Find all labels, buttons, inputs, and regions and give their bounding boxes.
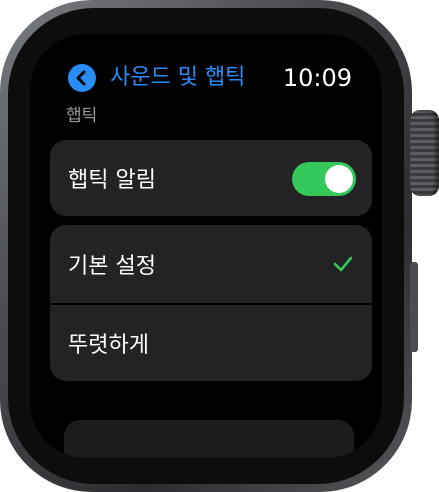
haptic-alerts-label: 햅틱 알림 — [68, 168, 156, 193]
side-button[interactable] — [410, 262, 418, 352]
digital-crown[interactable] — [410, 110, 439, 196]
haptic-alerts-toggle[interactable] — [292, 162, 356, 196]
option-default-row[interactable]: 기본 설정 — [50, 225, 372, 303]
section-header-haptics: 햅틱 — [66, 106, 98, 126]
header: 사운드 및 햅틱 10:09 — [30, 62, 382, 94]
chevron-left-icon — [76, 70, 86, 86]
checkmark-icon — [333, 256, 353, 272]
clock-time: 10:09 — [282, 64, 352, 92]
option-prominent-label: 뚜렷하게 — [68, 333, 149, 358]
back-button[interactable] — [68, 64, 96, 92]
toggle-knob — [325, 165, 353, 193]
next-row-partial[interactable] — [64, 420, 354, 458]
page-title[interactable]: 사운드 및 햅틱 — [110, 62, 245, 94]
haptic-alerts-row[interactable]: 햅틱 알림 — [50, 140, 372, 216]
option-default-label: 기본 설정 — [68, 254, 156, 279]
option-prominent-row[interactable]: 뚜렷하게 — [50, 305, 372, 381]
watch-screen: 사운드 및 햅틱 10:09 햅틱 햅틱 알림 기본 설정 뚜렷하게 — [30, 34, 382, 458]
